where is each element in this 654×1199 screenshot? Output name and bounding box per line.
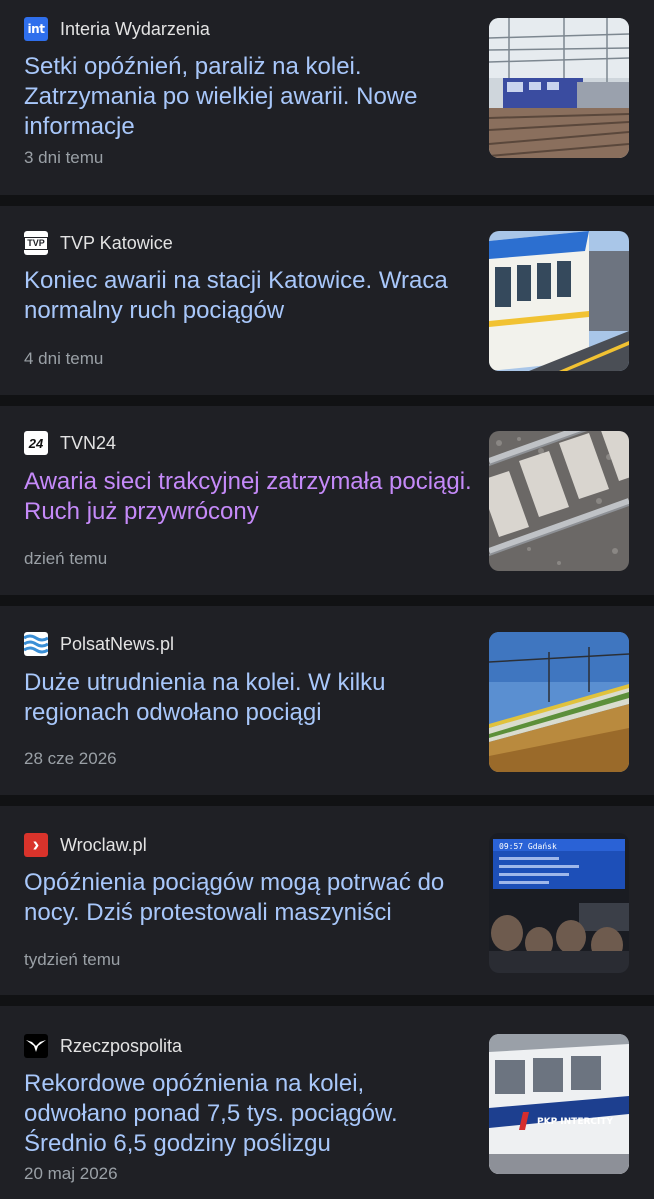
tvn24-logo-icon: 24 <box>24 431 48 455</box>
tvp-logo-text: TVP <box>24 236 48 250</box>
pkp-intercity-text: PKP INTERCITY <box>537 1117 613 1127</box>
article-headline[interactable]: Opóźnienia pociągów mogą potrwać do nocy… <box>24 868 472 928</box>
article-time: 4 dni temu <box>24 349 104 368</box>
article-headline[interactable]: Rekordowe opóźnienia na kolei, odwołano … <box>24 1069 472 1159</box>
article-card[interactable]: TVP TVP Katowice Koniec awarii na stacji… <box>0 206 654 395</box>
article-source: Rzeczpospolita <box>24 1034 182 1058</box>
wroclaw-logo-icon: › <box>24 833 48 857</box>
train-field-sunset-thumbnail[interactable] <box>489 632 629 772</box>
pkp-intercity-train-thumbnail[interactable]: PKP INTERCITY <box>489 1034 629 1174</box>
polsatnews-waves-icon <box>24 634 48 654</box>
train-overhead-lines-thumbnail[interactable] <box>489 18 629 158</box>
article-time: 28 cze 2026 <box>24 749 117 768</box>
article-source: TVP TVP Katowice <box>24 231 173 255</box>
article-card[interactable]: PolsatNews.pl Duże utrudnienia na kolei.… <box>0 606 654 795</box>
source-name: TVN24 <box>60 432 117 453</box>
rzeczpospolita-eagle-icon <box>24 1034 48 1058</box>
article-time: tydzień temu <box>24 950 121 969</box>
article-source: PolsatNews.pl <box>24 632 174 656</box>
wroclaw-chevron-icon: › <box>32 834 40 856</box>
departure-board-text: 09:57 Gdańsk <box>499 842 557 851</box>
interia-logo-icon: int <box>24 17 48 41</box>
article-time: 20 maj 2026 <box>24 1164 118 1183</box>
railway-tracks-thumbnail[interactable] <box>489 431 629 571</box>
article-card[interactable]: Rzeczpospolita Rekordowe opóźnienia na k… <box>0 1006 654 1199</box>
tvp-logo-icon: TVP <box>24 231 48 255</box>
article-headline[interactable]: Koniec awarii na stacji Katowice. Wraca … <box>24 266 472 326</box>
interia-logo-text: int <box>27 22 45 36</box>
article-time: 3 dni temu <box>24 148 104 167</box>
article-source: › Wroclaw.pl <box>24 833 147 857</box>
article-source: 24 TVN24 <box>24 431 116 455</box>
departure-board-crowd-thumbnail[interactable]: 09:57 Gdańsk <box>489 833 629 973</box>
article-card[interactable]: int Interia Wydarzenia Setki opóźnień, p… <box>0 0 654 195</box>
article-headline[interactable]: Setki opóźnień, paraliż na kolei. Zatrzy… <box>24 52 472 142</box>
article-time: dzień temu <box>24 549 108 568</box>
source-name: Wroclaw.pl <box>60 834 147 855</box>
tvn24-logo-text: 24 <box>28 435 44 451</box>
article-headline[interactable]: Duże utrudnienia na kolei. W kilku regio… <box>24 668 472 728</box>
polsatnews-logo-icon <box>24 632 48 656</box>
article-card[interactable]: › Wroclaw.pl Opóźnienia pociągów mogą po… <box>0 806 654 995</box>
train-platform-thumbnail[interactable] <box>489 231 629 371</box>
source-name: Rzeczpospolita <box>60 1035 183 1056</box>
article-card[interactable]: 24 TVN24 Awaria sieci trakcyjnej zatrzym… <box>0 406 654 595</box>
news-feed: int Interia Wydarzenia Setki opóźnień, p… <box>0 0 654 1199</box>
eagle-icon <box>26 1040 46 1052</box>
article-headline[interactable]: Awaria sieci trakcyjnej zatrzymała pocią… <box>24 467 472 527</box>
source-name: PolsatNews.pl <box>60 633 175 654</box>
source-name: TVP Katowice <box>60 232 173 253</box>
article-source: int Interia Wydarzenia <box>24 17 210 41</box>
source-name: Interia Wydarzenia <box>60 18 210 39</box>
